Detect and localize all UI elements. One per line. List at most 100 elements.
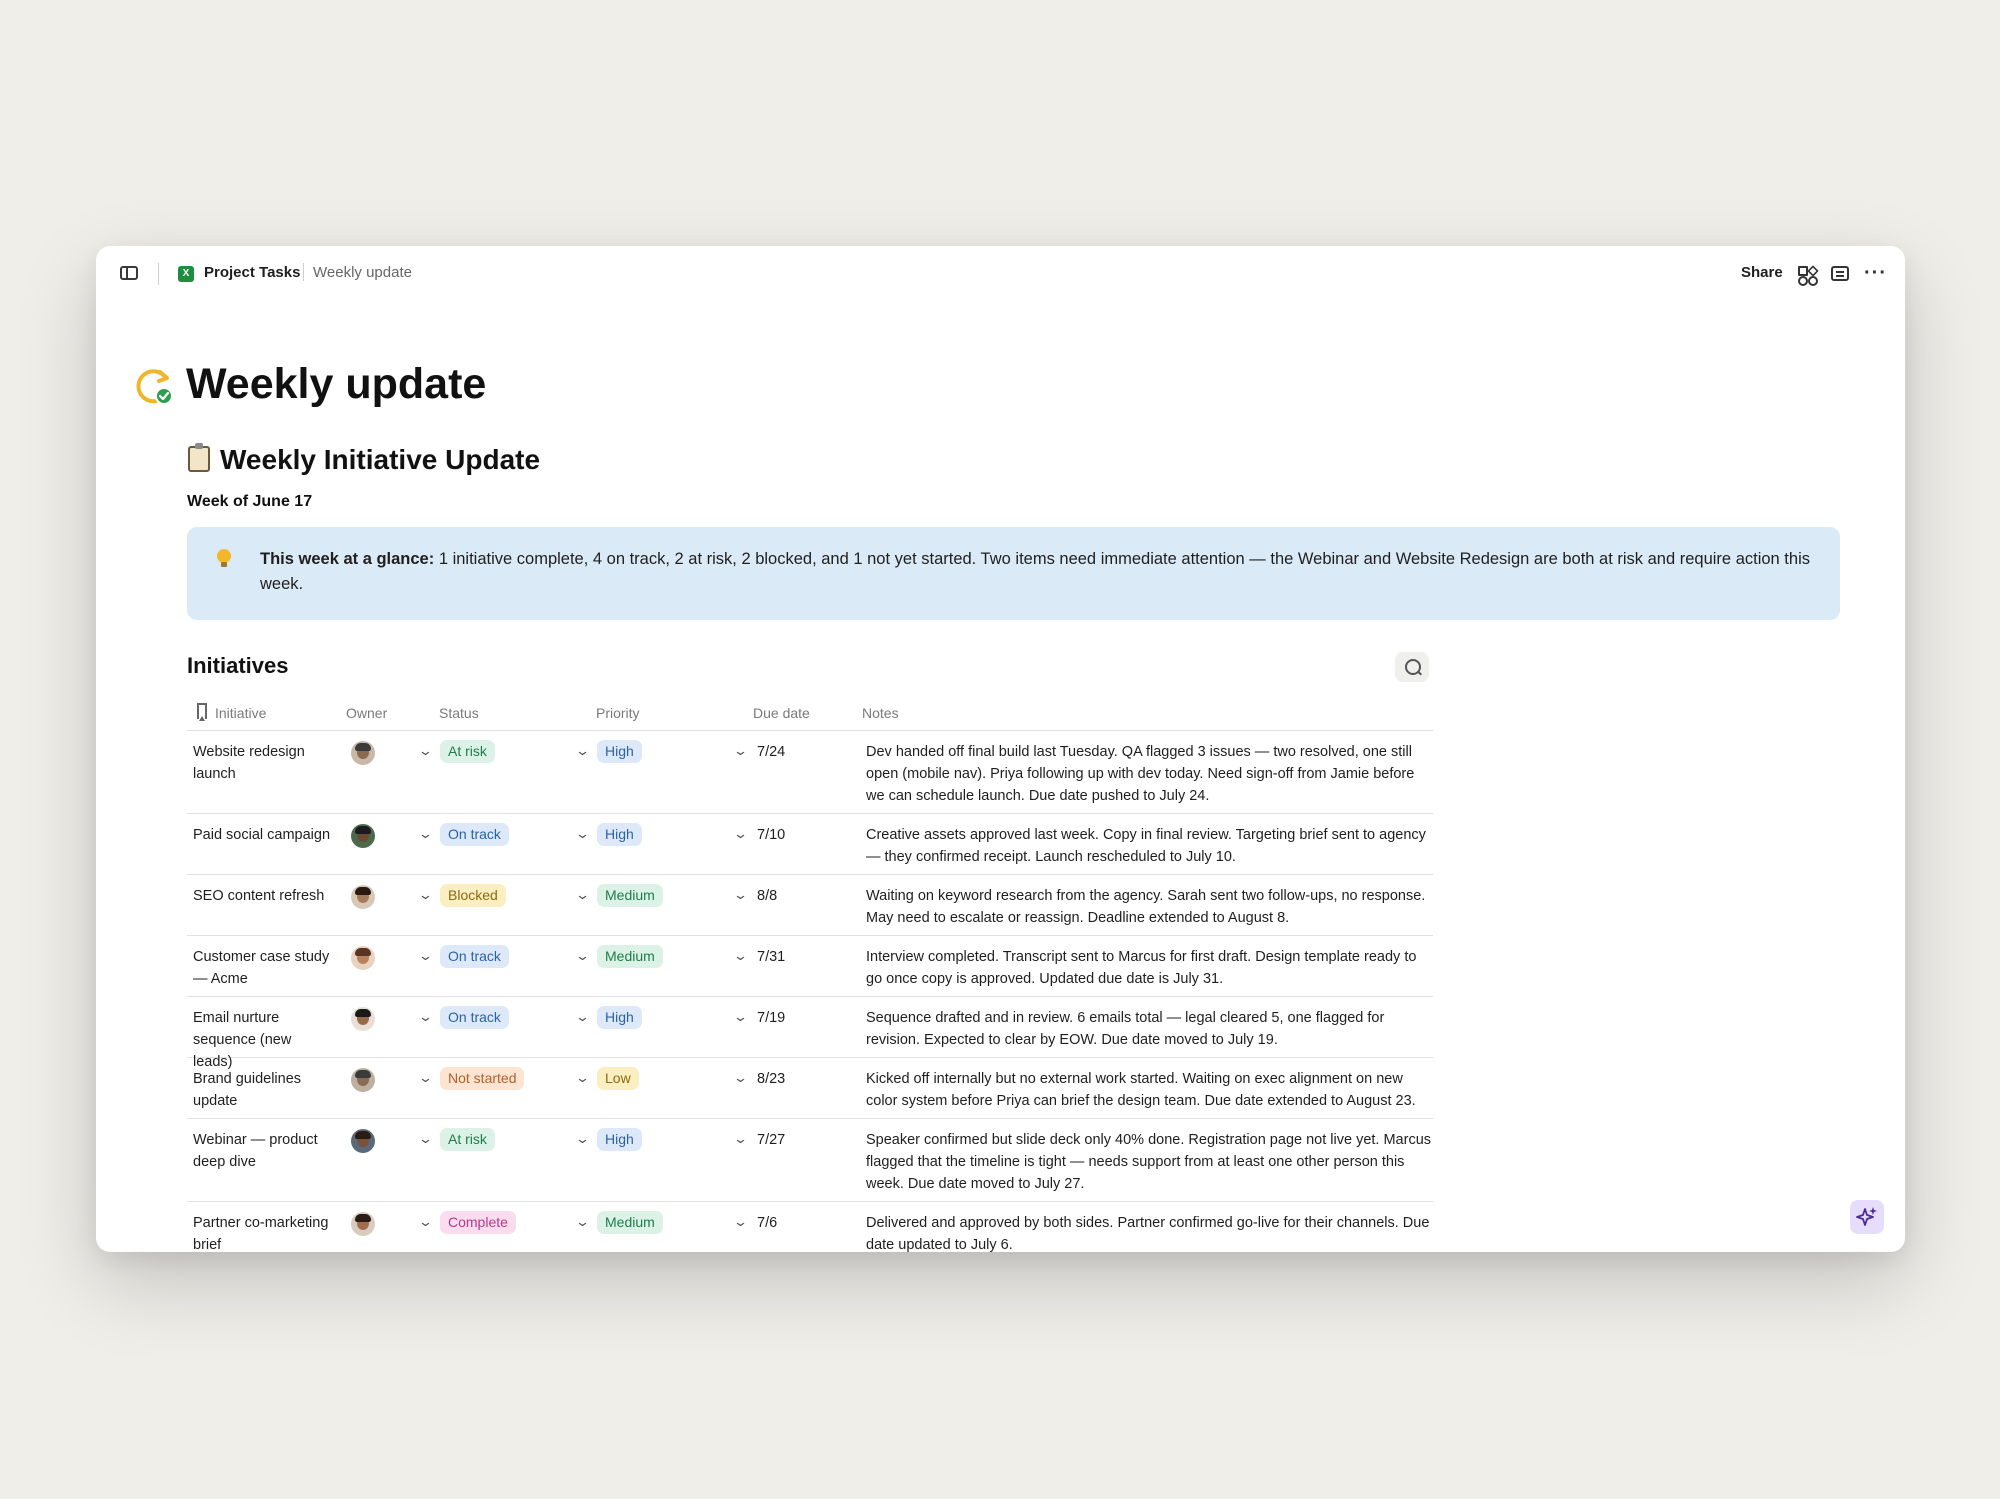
chevron-down-icon[interactable]: ⌄ (733, 887, 748, 903)
owner-avatar[interactable] (351, 1129, 375, 1153)
due-date[interactable]: 7/24 (757, 741, 785, 763)
apps-icon[interactable] (1798, 265, 1819, 286)
status-badge[interactable]: At risk (440, 1128, 495, 1151)
share-button[interactable]: Share (1741, 264, 1783, 281)
ai-sparkle-icon[interactable] (1850, 1200, 1884, 1234)
status-badge[interactable]: On track (440, 823, 509, 846)
initiative-name[interactable]: Partner co-marketing brief (193, 1212, 333, 1252)
due-date[interactable]: 7/27 (757, 1129, 785, 1151)
initiative-name[interactable]: Website redesign launch (193, 741, 333, 785)
chevron-down-icon[interactable]: ⌄ (418, 743, 433, 759)
search-button[interactable] (1395, 652, 1429, 682)
comment-icon[interactable] (1831, 266, 1849, 281)
chevron-down-icon[interactable]: ⌄ (733, 826, 748, 842)
due-date[interactable]: 7/31 (757, 946, 785, 968)
priority-badge[interactable]: Low (597, 1067, 639, 1090)
priority-badge[interactable]: Medium (597, 884, 663, 907)
status-badge[interactable]: At risk (440, 740, 495, 763)
divider (158, 263, 159, 285)
notes-text[interactable]: Interview completed. Transcript sent to … (866, 946, 1431, 990)
owner-avatar[interactable] (351, 1212, 375, 1236)
chevron-down-icon[interactable]: ⌄ (418, 1009, 433, 1025)
notes-text[interactable]: Kicked off internally but no external wo… (866, 1068, 1431, 1112)
status-badge[interactable]: Complete (440, 1211, 516, 1234)
owner-avatar[interactable] (351, 946, 375, 970)
owner-avatar[interactable] (351, 741, 375, 765)
column-header-priority[interactable]: Priority (596, 705, 640, 721)
priority-badge[interactable]: High (597, 823, 642, 846)
chevron-down-icon[interactable]: ⌄ (733, 1009, 748, 1025)
chevron-down-icon[interactable]: ⌄ (575, 826, 590, 842)
chevron-down-icon[interactable]: ⌄ (418, 1214, 433, 1230)
column-header-initiative[interactable]: Initiative (215, 705, 266, 721)
notes-text[interactable]: Delivered and approved by both sides. Pa… (866, 1212, 1431, 1252)
sidebar-toggle-icon[interactable] (120, 266, 138, 280)
initiative-name[interactable]: Brand guidelines update (193, 1068, 333, 1112)
priority-badge[interactable]: Medium (597, 945, 663, 968)
column-header-status[interactable]: Status (439, 705, 479, 721)
initiative-name[interactable]: Webinar — product deep dive (193, 1129, 333, 1173)
column-header-owner[interactable]: Owner (346, 705, 387, 721)
chevron-down-icon[interactable]: ⌄ (575, 887, 590, 903)
table-row[interactable]: Email nurture sequence (new leads) ⌄ On tr… (187, 997, 1433, 1070)
chevron-down-icon[interactable]: ⌄ (733, 1214, 748, 1230)
table-row[interactable]: Partner co-marketing brief ⌄ Complete ⌄ Medi… (187, 1202, 1433, 1252)
clipboard-icon (188, 443, 210, 472)
priority-badge[interactable]: High (597, 1006, 642, 1029)
due-date[interactable]: 7/10 (757, 824, 785, 846)
table-row[interactable]: Brand guidelines update ⌄ Not started ⌄ Low ⌄… (187, 1058, 1433, 1119)
sync-check-icon (136, 369, 173, 405)
chevron-down-icon[interactable]: ⌄ (733, 743, 748, 759)
owner-avatar[interactable] (351, 1007, 375, 1031)
due-date[interactable]: 8/8 (757, 885, 777, 907)
chevron-down-icon[interactable]: ⌄ (575, 743, 590, 759)
chevron-down-icon[interactable]: ⌄ (418, 1070, 433, 1086)
chevron-down-icon[interactable]: ⌄ (575, 1131, 590, 1147)
chevron-down-icon[interactable]: ⌄ (733, 948, 748, 964)
table-row[interactable]: Webinar — product deep dive ⌄ At risk ⌄ High… (187, 1119, 1433, 1202)
spreadsheet-app-icon: X (178, 266, 194, 282)
breadcrumb-current[interactable]: Weekly update (313, 264, 412, 281)
status-badge[interactable]: Blocked (440, 884, 506, 907)
chevron-down-icon[interactable]: ⌄ (575, 1214, 590, 1230)
chevron-down-icon[interactable]: ⌄ (418, 948, 433, 964)
notes-text[interactable]: Dev handed off final build last Tuesday.… (866, 741, 1431, 807)
owner-avatar[interactable] (351, 885, 375, 909)
chevron-down-icon[interactable]: ⌄ (733, 1131, 748, 1147)
initiative-name[interactable]: SEO content refresh (193, 885, 333, 907)
column-header-due-date[interactable]: Due date (753, 705, 810, 721)
column-header-notes[interactable]: Notes (862, 705, 899, 721)
notes-text[interactable]: Waiting on keyword research from the age… (866, 885, 1431, 929)
page-title: Weekly update (186, 360, 487, 408)
chevron-down-icon[interactable]: ⌄ (575, 1009, 590, 1025)
owner-avatar[interactable] (351, 824, 375, 848)
chevron-down-icon[interactable]: ⌄ (418, 887, 433, 903)
status-badge[interactable]: On track (440, 945, 509, 968)
notes-text[interactable]: Creative assets approved last week. Copy… (866, 824, 1431, 868)
initiative-name[interactable]: Customer case study — Acme (193, 946, 333, 990)
breadcrumb-parent[interactable]: Project Tasks (204, 264, 300, 281)
status-badge[interactable]: On track (440, 1006, 509, 1029)
due-date[interactable]: 7/19 (757, 1007, 785, 1029)
notes-text[interactable]: Speaker confirmed but slide deck only 40… (866, 1129, 1431, 1195)
priority-badge[interactable]: High (597, 740, 642, 763)
chevron-down-icon[interactable]: ⌄ (418, 826, 433, 842)
notes-text[interactable]: Sequence drafted and in review. 6 emails… (866, 1007, 1431, 1051)
table-row[interactable]: Customer case study — Acme ⌄ On track ⌄ Medi… (187, 936, 1433, 997)
due-date[interactable]: 8/23 (757, 1068, 785, 1090)
chevron-down-icon[interactable]: ⌄ (733, 1070, 748, 1086)
chevron-down-icon[interactable]: ⌄ (575, 948, 590, 964)
owner-avatar[interactable] (351, 1068, 375, 1092)
table-row[interactable]: Website redesign launch ⌄ At risk ⌄ High ⌄ 7/2… (187, 731, 1433, 814)
initiative-name[interactable]: Paid social campaign (193, 824, 333, 846)
chevron-down-icon[interactable]: ⌄ (575, 1070, 590, 1086)
lightbulb-icon (217, 549, 231, 567)
due-date[interactable]: 7/6 (757, 1212, 777, 1234)
priority-badge[interactable]: Medium (597, 1211, 663, 1234)
status-badge[interactable]: Not started (440, 1067, 525, 1090)
table-row[interactable]: SEO content refresh ⌄ Blocked ⌄ Medium ⌄ 8/8 Wa… (187, 875, 1433, 936)
priority-badge[interactable]: High (597, 1128, 642, 1151)
chevron-down-icon[interactable]: ⌄ (418, 1131, 433, 1147)
table-row[interactable]: Paid social campaign ⌄ On track ⌄ High ⌄ 7/10 C… (187, 814, 1433, 875)
more-icon[interactable]: ··· (1864, 262, 1887, 285)
